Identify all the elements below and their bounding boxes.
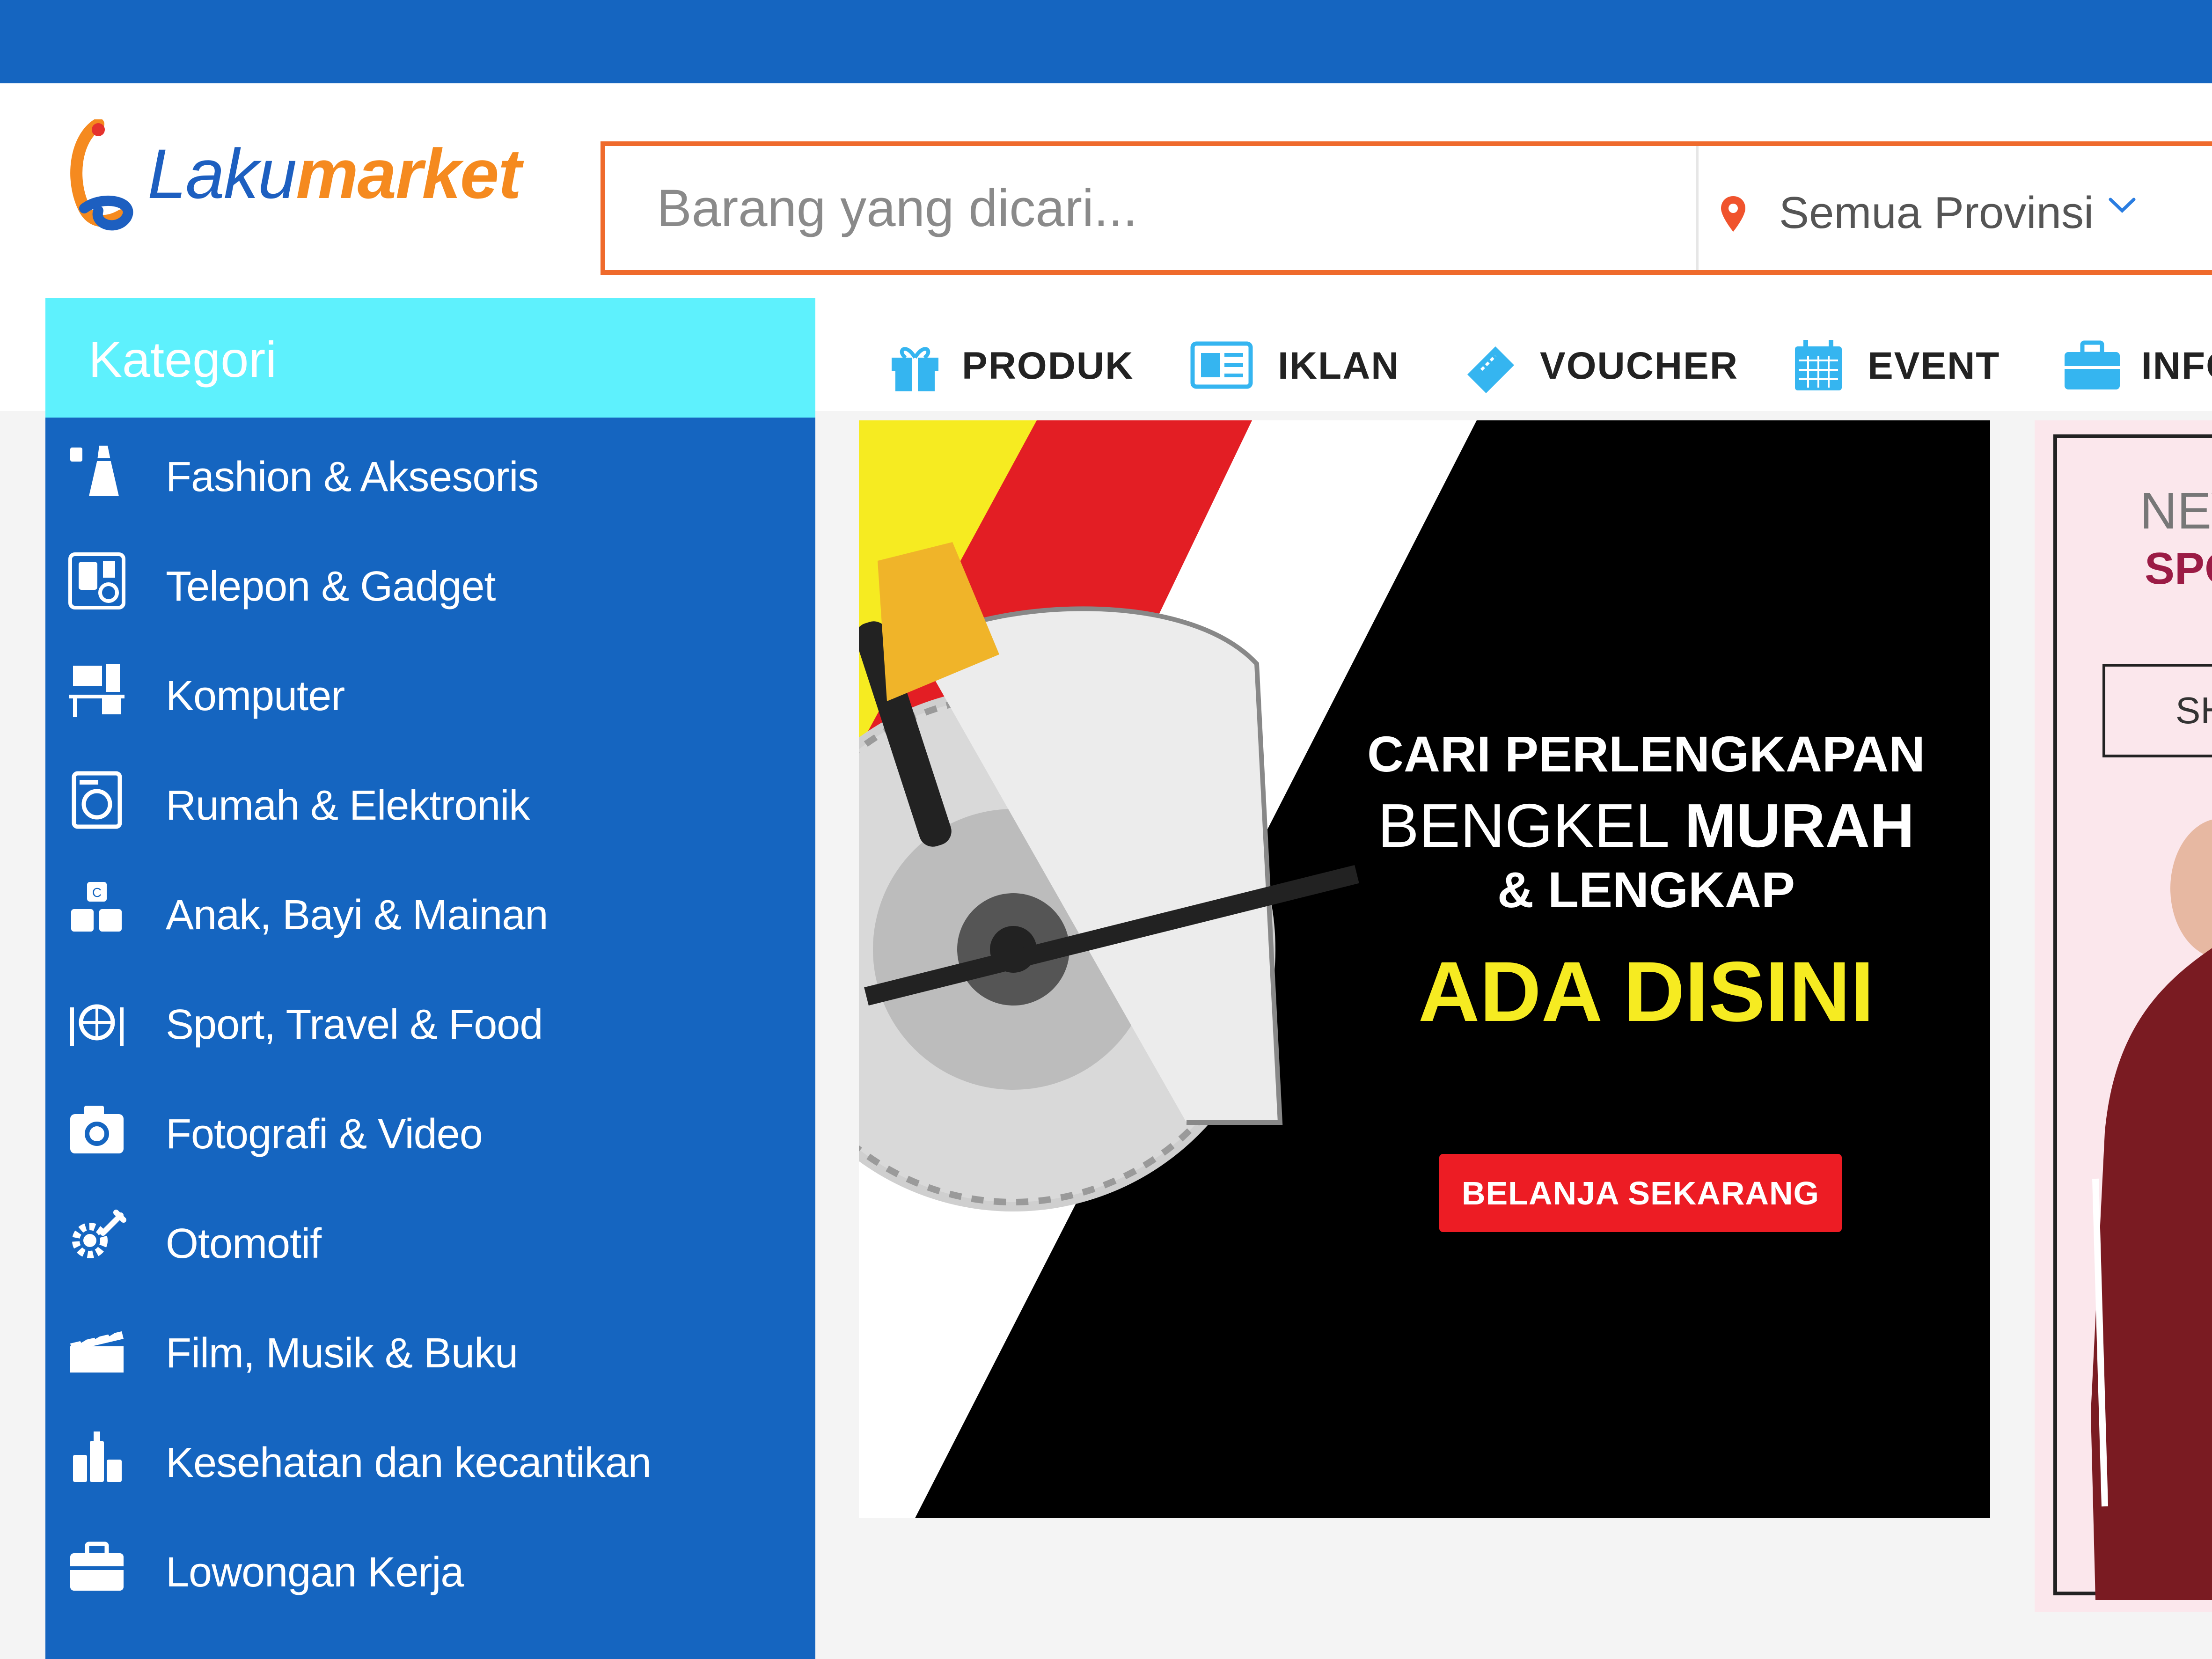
sidebar-header: Kategori [45,298,815,418]
category-item-home[interactable]: Rumah & Elektronik [45,746,815,856]
briefcase-icon [2065,340,2120,389]
category-item-kids[interactable]: C Anak, Bayi & Mainan [45,856,815,965]
category-item-computer[interactable]: Komputer [45,637,815,746]
location-pin-icon [1721,196,1745,232]
side-promo-banner[interactable]: NEW SPO SH [2035,420,2212,1612]
beauty-icon [73,1431,122,1482]
province-label: Semua Provinsi [1779,188,2094,238]
tab-label: EVENT [1868,345,2000,387]
fashion-icon [70,446,119,496]
tab-label: IKLAN [1278,345,1400,387]
newspaper-icon [1190,341,1253,389]
category-item-beauty[interactable]: Kesehatan dan kecantikan [45,1403,815,1513]
logo-text: Lakumarket [147,133,521,214]
tab-info[interactable]: INFO [2062,323,2212,403]
appliance-icon [72,771,122,829]
banner-headline-4: ADA DISINI [1418,944,1875,1039]
shop-now-button[interactable]: BELANJA SEKARANG [1439,1154,1842,1232]
banner-headline-2-bold: MURAH [1685,791,1915,860]
category-label: Fotografi & Video [166,1111,483,1158]
briefcase-icon [70,1542,124,1591]
category-label: Fashion & Aksesoris [166,454,539,500]
logo-text-laku: Laku [147,134,297,213]
phone-icon [68,552,125,609]
model-photo-icon [2091,819,2212,1600]
province-select[interactable]: Semua Provinsi [1719,146,2212,270]
banner-headline-3: & LENGKAP [1497,861,1795,918]
category-item-phone[interactable]: Telepon & Gadget [45,527,815,637]
category-item-fashion[interactable]: Fashion & Aksesoris [45,418,815,527]
tab-produk[interactable]: PRODUK [887,323,1133,403]
clapperboard-icon [70,1331,124,1373]
promo-line-2: SPO [2145,543,2212,594]
chevron-down-icon [2109,198,2136,213]
top-bar [0,0,2212,83]
banner-headline-2: BENGKEL MURAH [1365,790,1927,861]
tab-label: INFO [2141,345,2212,387]
category-sidebar: Kategori Fashion & Aksesoris Telepon & G… [45,298,815,1659]
promo-shop-button[interactable]: SH [2102,664,2212,757]
category-label: Film, Musik & Buku [166,1330,518,1377]
category-label: Lowongan Kerja [166,1549,464,1596]
tab-label: VOUCHER [1540,345,1739,387]
logo-mark-icon [70,119,133,231]
logo-text-market: market [296,134,521,213]
category-label: Rumah & Elektronik [166,782,530,829]
promo-line-1: NEW [2140,482,2212,540]
category-item-jobs[interactable]: Lowongan Kerja [45,1513,815,1622]
category-label: Kesehatan dan kecantikan [166,1439,652,1486]
computer-icon [69,664,125,717]
sidebar-title: Kategori [88,331,277,388]
search-bar: Semua Provinsi [601,141,2212,275]
hero-banner[interactable]: CARI PERLENGKAPAN BENGKEL MURAH & LENGKA… [859,420,1990,1518]
category-label: Otomotif [166,1220,322,1267]
tab-event[interactable]: EVENT [1790,323,2001,403]
tab-label: PRODUK [962,345,1134,387]
calendar-icon [1795,340,1842,390]
toy-blocks-icon: C [71,882,122,932]
category-label: Anak, Bayi & Mainan [166,892,548,939]
category-label: Sport, Travel & Food [166,1001,543,1048]
search-input[interactable] [605,146,1696,270]
category-label: Komputer [166,673,345,719]
banner-headline-1: CARI PERLENGKAPAN [1367,726,1926,782]
category-item-automotive[interactable]: Otomotif [45,1184,815,1294]
camera-icon [70,1106,124,1153]
sport-icon [70,1004,124,1046]
ticket-icon [1467,346,1514,393]
search-divider [1696,146,1699,270]
logo[interactable]: Lakumarket [66,119,521,232]
gear-wrench-icon [72,1210,126,1258]
svg-text:C: C [92,885,102,900]
banner-headline-2-regular: BENGKEL [1377,791,1685,860]
category-item-sport[interactable]: Sport, Travel & Food [45,965,815,1075]
category-label: Telepon & Gadget [166,563,496,610]
category-item-photo[interactable]: Fotografi & Video [45,1075,815,1184]
tab-iklan[interactable]: IKLAN [1189,323,1414,403]
gift-icon [892,347,938,391]
tab-voucher[interactable]: VOUCHER [1463,323,1737,403]
main-nav: PRODUK IKLAN VOUCHER EVENT INF [859,323,2212,403]
category-item-media[interactable]: Film, Musik & Buku [45,1294,815,1403]
